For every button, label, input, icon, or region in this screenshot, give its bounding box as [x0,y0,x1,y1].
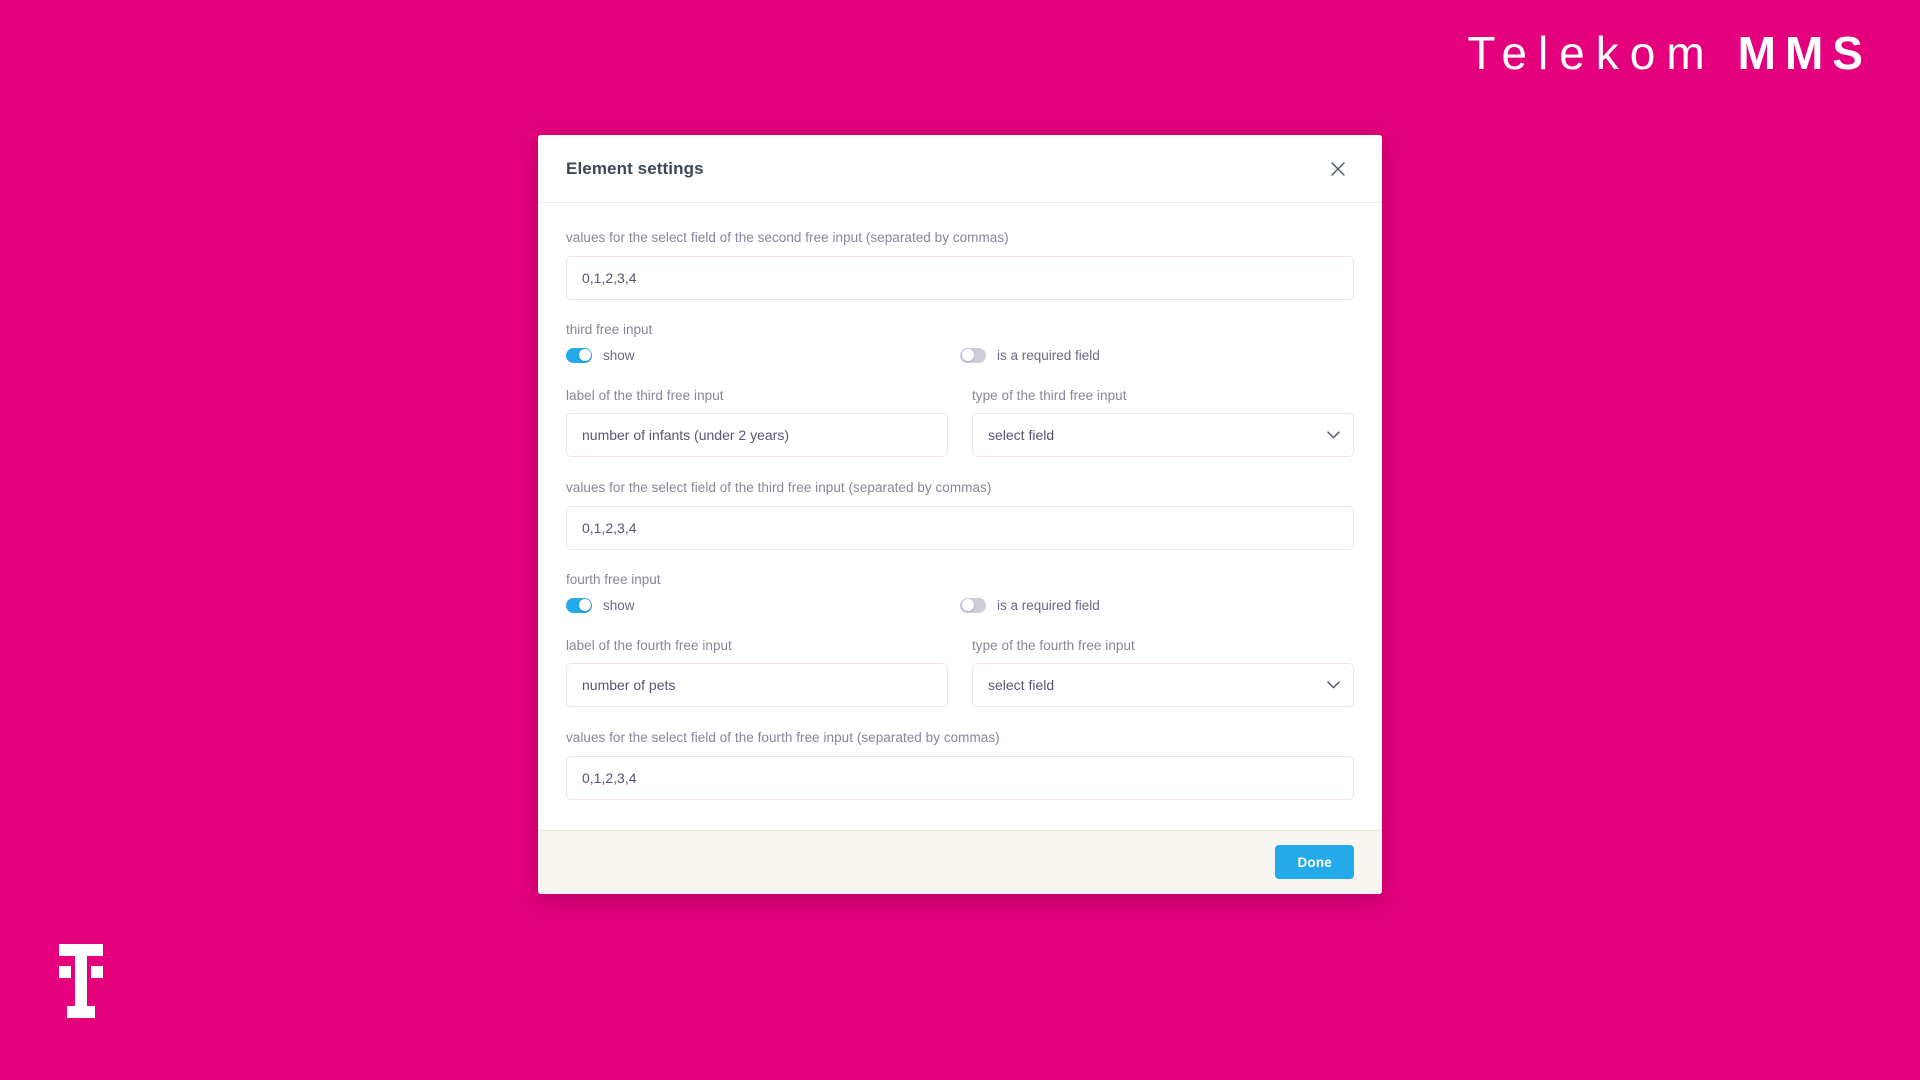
fourth-required-label: is a required field [997,597,1100,613]
third-section-title: third free input [566,321,653,337]
third-free-input-values-block: values for the select field of the third… [566,479,1354,550]
brand-name-telekom: Telekom [1467,27,1716,79]
third-type-caption: type of the third free input [972,387,1127,403]
done-button[interactable]: Done [1275,845,1354,880]
fourth-required-toggle[interactable] [960,597,986,613]
third-toggle-row: show is a required field [566,347,1354,363]
fourth-show-toggle-group: show [566,597,960,613]
fourth-label-type-row: label of the fourth free input type of t… [566,637,1354,708]
fourth-type-select-wrap: select field [972,663,1354,708]
dialog-header: Element settings [538,135,1382,203]
third-label-type-row: label of the third free input type of th… [566,387,1354,458]
fourth-show-toggle[interactable] [566,597,592,613]
fourth-toggle-row: show is a required field [566,597,1354,613]
fourth-type-caption: type of the fourth free input [972,637,1135,653]
third-required-toggle[interactable] [960,347,986,363]
toggle-knob [961,349,974,362]
fourth-show-label: show [603,597,635,613]
third-label-caption: label of the third free input [566,387,724,403]
dialog-footer: Done [538,829,1382,894]
toggle-knob [578,349,591,362]
page-title: Element settings [566,158,704,178]
third-type-column: type of the third free input select fiel… [972,387,1354,458]
fourth-section-title: fourth free input [566,571,661,587]
close-button[interactable] [1324,155,1352,183]
second-values-input[interactable] [566,255,1354,300]
fourth-values-label: values for the select field of the fourt… [566,730,1000,746]
third-label-input[interactable] [566,413,948,458]
fourth-free-input-values-block: values for the select field of the fourt… [566,729,1354,800]
fourth-label-column: label of the fourth free input [566,637,948,708]
third-required-label: is a required field [997,347,1100,363]
fourth-values-input[interactable] [566,755,1354,800]
dialog-body: values for the select field of the secon… [538,203,1382,830]
telekom-t-logo-icon [48,944,114,1018]
fourth-type-column: type of the fourth free input select fie… [972,637,1354,708]
third-free-input-section: third free input show is a required fiel… [566,322,1354,458]
third-type-select[interactable]: select field [972,413,1354,458]
close-icon [1331,161,1345,176]
fourth-label-input[interactable] [566,663,948,708]
fourth-required-toggle-group: is a required field [960,597,1100,613]
fourth-type-select-value: select field [988,677,1055,694]
third-values-input[interactable] [566,505,1354,550]
brand-name-mms: MMS [1737,27,1872,79]
fourth-label-caption: label of the fourth free input [566,637,732,653]
second-free-input-values-block: values for the select field of the secon… [566,229,1354,300]
third-type-select-value: select field [988,427,1055,444]
fourth-free-input-section: fourth free input show is a required fie… [566,572,1354,708]
third-show-toggle-group: show [566,347,960,363]
third-show-toggle[interactable] [566,347,592,363]
second-values-label: values for the select field of the secon… [566,230,1009,245]
third-type-select-wrap: select field [972,413,1354,458]
third-show-label: show [603,347,635,363]
third-required-toggle-group: is a required field [960,347,1100,363]
toggle-knob [961,599,974,612]
third-label-column: label of the third free input [566,387,948,458]
toggle-knob [578,599,591,612]
element-settings-dialog: Element settings values for the select f… [538,135,1382,894]
brand-logo: Telekom MMS [1467,30,1872,76]
fourth-type-select[interactable]: select field [972,663,1354,708]
third-values-label: values for the select field of the third… [566,480,992,496]
